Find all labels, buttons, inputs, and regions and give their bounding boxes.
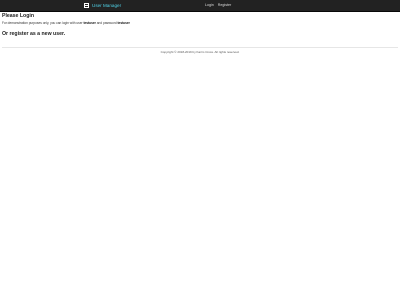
register-prompt: Or register as a new user.: [2, 31, 398, 38]
demo-username: testuser: [83, 21, 96, 25]
top-navbar: User Manager Login Register: [0, 0, 400, 12]
nav-links: Login Register: [205, 1, 235, 10]
brand-link[interactable]: User Manager: [84, 1, 121, 10]
brand-label: User Manager: [92, 3, 122, 8]
demo-middle: and password: [95, 21, 118, 25]
demo-password: testuser: [117, 21, 130, 25]
demo-prefix: For demonstration purposes only, you can…: [2, 21, 84, 25]
nav-login-link[interactable]: Login: [205, 1, 214, 10]
demo-credentials-text: For demonstration purposes only, you can…: [2, 21, 398, 26]
footer-divider: [2, 47, 398, 48]
register-link[interactable]: register: [10, 31, 29, 37]
register-prefix: Or: [2, 31, 10, 37]
main-content: Please Login For demonstration purposes …: [2, 13, 398, 38]
footer-copyright: Copyright © 2018-2019 by Karim Cross. Al…: [160, 50, 240, 54]
page-title: Please Login: [2, 13, 34, 19]
app-logo-icon: [84, 3, 89, 8]
nav-register-link[interactable]: Register: [218, 1, 231, 10]
register-suffix: as a new user.: [28, 31, 66, 37]
